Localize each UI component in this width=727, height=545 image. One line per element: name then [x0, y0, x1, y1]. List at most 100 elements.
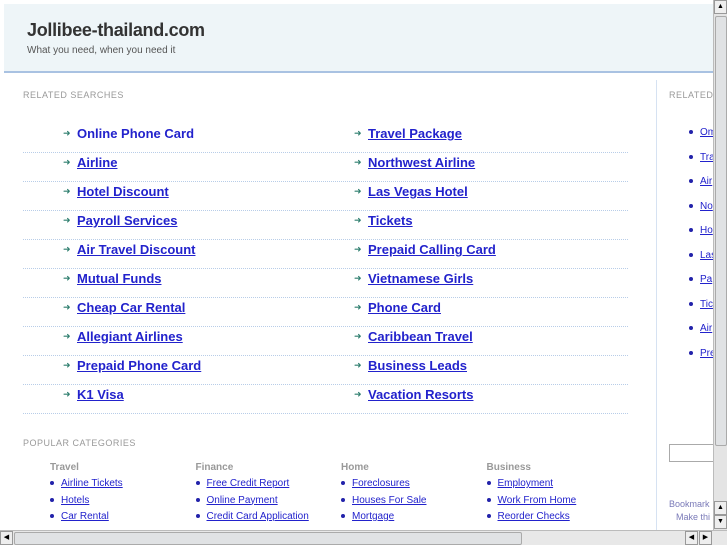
- category-link[interactable]: Hotels: [61, 495, 89, 506]
- sidebar-link[interactable]: No: [700, 201, 713, 212]
- sidebar-link-item[interactable]: Tra: [689, 152, 713, 163]
- category-link[interactable]: Airline Tickets: [61, 478, 123, 489]
- sidebar-link[interactable]: Om: [700, 127, 713, 138]
- bullet-icon: [689, 179, 693, 184]
- category-item[interactable]: Hotels: [50, 495, 123, 512]
- category-item[interactable]: Work From Home: [486, 495, 577, 512]
- related-link[interactable]: Mutual Funds: [77, 271, 162, 286]
- vertical-scroll-thumb[interactable]: [715, 16, 727, 446]
- category-link[interactable]: Credit Card Application: [207, 511, 309, 522]
- category-item[interactable]: Airline Tickets: [50, 478, 123, 495]
- related-link[interactable]: Payroll Services: [77, 213, 177, 228]
- category-item[interactable]: Employment: [486, 478, 577, 495]
- category-link[interactable]: Free Credit Report: [207, 478, 290, 489]
- bookmark-link[interactable]: Bookmark: [669, 499, 710, 509]
- sidebar-link-item[interactable]: Ho: [689, 225, 713, 236]
- arrow-icon: ➜: [354, 128, 362, 138]
- sidebar-link[interactable]: Air: [700, 323, 712, 334]
- category-item[interactable]: Mortgage: [341, 511, 426, 528]
- related-link[interactable]: Vacation Resorts: [368, 387, 474, 402]
- sidebar-link[interactable]: Pa: [700, 274, 712, 285]
- related-link[interactable]: Travel Package: [368, 126, 462, 141]
- category-link[interactable]: Work From Home: [498, 495, 577, 506]
- horizontal-scrollbar[interactable]: ◀ ◀ ▶: [0, 530, 727, 545]
- scroll-up-icon[interactable]: ▲: [714, 501, 727, 515]
- related-link[interactable]: Phone Card: [368, 300, 441, 315]
- vertical-scrollbar[interactable]: ▲ ▲ ▼: [713, 0, 727, 530]
- arrow-icon: ➜: [63, 215, 71, 225]
- category-item[interactable]: Credit Card Application: [195, 511, 309, 528]
- related-link[interactable]: Vietnamese Girls: [368, 271, 473, 286]
- related-row: ➜ K1 Visa ➜ Vacation Resorts: [23, 385, 628, 414]
- sidebar-link-item[interactable]: No: [689, 201, 713, 212]
- category-item[interactable]: Free Credit Report: [195, 478, 309, 495]
- related-link[interactable]: Airline: [77, 155, 117, 170]
- category-link[interactable]: Online Payment: [207, 495, 278, 506]
- sidebar-link[interactable]: Air: [700, 176, 712, 187]
- arrow-icon: ➜: [63, 360, 71, 370]
- scroll-left-icon[interactable]: ◀: [685, 531, 698, 545]
- related-link[interactable]: K1 Visa: [77, 387, 124, 402]
- scroll-left-button[interactable]: ◀: [0, 531, 13, 545]
- bullet-icon: [486, 497, 491, 502]
- bullet-icon: [689, 228, 693, 233]
- related-link[interactable]: Prepaid Calling Card: [368, 242, 496, 257]
- scroll-down-button[interactable]: ▼: [714, 515, 727, 529]
- sidebar-link[interactable]: Pre: [700, 348, 713, 359]
- category-item[interactable]: Reorder Checks: [486, 511, 577, 528]
- sidebar-link[interactable]: Tic: [700, 299, 713, 310]
- horizontal-scroll-thumb[interactable]: [14, 532, 522, 545]
- related-link[interactable]: Business Leads: [368, 358, 467, 373]
- bullet-icon: [195, 481, 200, 486]
- related-link[interactable]: Online Phone Card: [77, 126, 194, 141]
- related-link[interactable]: Hotel Discount: [77, 184, 169, 199]
- category-link[interactable]: Mortgage: [352, 511, 394, 522]
- arrow-icon: ➜: [354, 186, 362, 196]
- category-link[interactable]: Employment: [498, 478, 554, 489]
- sidebar-link-item[interactable]: Om: [689, 127, 713, 138]
- bullet-icon: [195, 514, 200, 519]
- search-input[interactable]: [669, 444, 713, 462]
- category-home: Home Foreclosures Houses For Sale Mortgage: [341, 462, 426, 528]
- category-link[interactable]: Houses For Sale: [352, 495, 426, 506]
- related-link[interactable]: Allegiant Airlines: [77, 329, 183, 344]
- sidebar-link[interactable]: Tra: [700, 152, 713, 163]
- scroll-right-button[interactable]: ▶: [699, 531, 712, 545]
- category-title: Business: [486, 462, 531, 473]
- related-row: ➜ Air Travel Discount ➜ Prepaid Calling …: [23, 240, 628, 269]
- popular-categories-label: POPULAR CATEGORIES: [23, 438, 136, 448]
- related-link[interactable]: Northwest Airline: [368, 155, 475, 170]
- bullet-icon: [486, 481, 491, 486]
- sidebar-related-label: RELATED: [669, 90, 713, 100]
- sidebar-link-item[interactable]: Pre: [689, 348, 713, 359]
- sidebar-link[interactable]: Ho: [700, 225, 713, 236]
- related-link[interactable]: Tickets: [368, 213, 413, 228]
- site-header: Jollibee-thailand.com What you need, whe…: [4, 4, 713, 73]
- category-link[interactable]: Reorder Checks: [498, 511, 570, 522]
- category-item[interactable]: Car Rental: [50, 511, 123, 528]
- related-link[interactable]: Cheap Car Rental: [77, 300, 185, 315]
- category-item[interactable]: Foreclosures: [341, 478, 426, 495]
- sidebar-link[interactable]: Las: [700, 250, 713, 261]
- arrow-icon: ➜: [63, 302, 71, 312]
- related-link[interactable]: Caribbean Travel: [368, 329, 473, 344]
- category-link[interactable]: Car Rental: [61, 511, 109, 522]
- related-link[interactable]: Air Travel Discount: [77, 242, 195, 257]
- related-link[interactable]: Prepaid Phone Card: [77, 358, 201, 373]
- related-link[interactable]: Las Vegas Hotel: [368, 184, 468, 199]
- right-sidebar: RELATED Om Tra Air No Ho Las Pa Tic Air Pre Bookm…: [656, 80, 713, 530]
- category-item[interactable]: Houses For Sale: [341, 495, 426, 512]
- sidebar-link-item[interactable]: Las: [689, 250, 713, 261]
- category-link[interactable]: Foreclosures: [352, 478, 410, 489]
- sidebar-link-item[interactable]: Pa: [689, 274, 712, 285]
- sidebar-link-item[interactable]: Air: [689, 323, 712, 334]
- related-searches-label: RELATED SEARCHES: [23, 90, 124, 100]
- bullet-icon: [689, 154, 693, 159]
- make-homepage-link[interactable]: Make thi: [676, 512, 710, 522]
- related-row: ➜ Hotel Discount ➜ Las Vegas Hotel: [23, 182, 628, 211]
- sidebar-link-item[interactable]: Tic: [689, 299, 713, 310]
- category-item[interactable]: Online Payment: [195, 495, 309, 512]
- related-row: ➜ Cheap Car Rental ➜ Phone Card: [23, 298, 628, 327]
- scroll-up-button[interactable]: ▲: [714, 0, 727, 14]
- sidebar-link-item[interactable]: Air: [689, 176, 712, 187]
